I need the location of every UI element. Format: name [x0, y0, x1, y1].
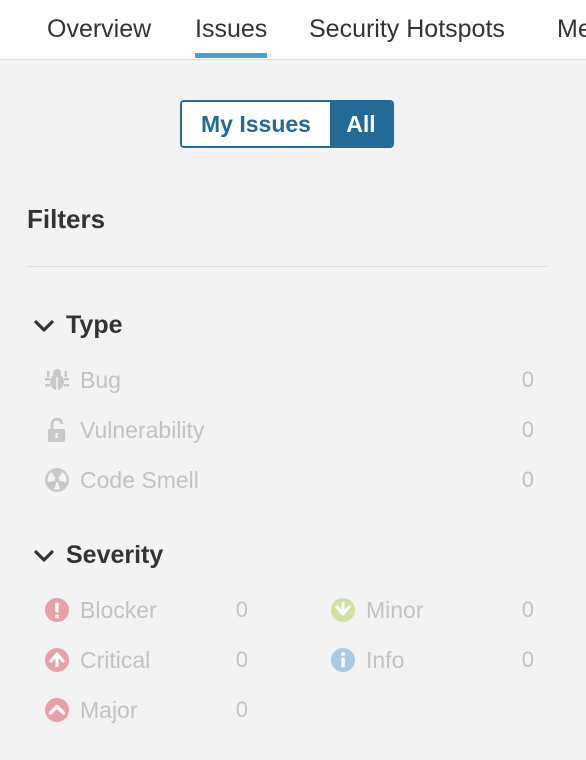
facet-severity-blocker[interactable]: Blocker 0: [44, 593, 248, 627]
facet-type-code-smell[interactable]: Code Smell 0: [44, 463, 534, 497]
facet-count: 0: [521, 647, 534, 672]
all-issues-button[interactable]: All: [330, 102, 392, 146]
facet-type-bug[interactable]: Bug 0: [44, 363, 534, 397]
facet-type-vulnerability[interactable]: Vulnerability 0: [44, 413, 534, 447]
facet-label: Bug: [80, 366, 121, 393]
severity-section-label: Severity: [66, 541, 164, 569]
critical-icon: [45, 648, 69, 672]
facet-severity-info[interactable]: Info 0: [330, 643, 534, 677]
facet-label: Major: [80, 696, 138, 723]
facet-label: Info: [366, 646, 405, 673]
issues-page: Overview Issues Security Hotspots Me My …: [0, 0, 586, 760]
lock-icon: [48, 417, 65, 442]
facet-count: 0: [521, 417, 534, 442]
facet-count: 0: [521, 367, 534, 392]
facet-label: Critical: [80, 646, 151, 673]
facet-count: 0: [521, 467, 534, 492]
filters-divider: [27, 266, 547, 267]
facet-count: 0: [235, 597, 248, 622]
severity-section-header[interactable]: Severity: [32, 541, 163, 570]
facet-severity-minor[interactable]: Minor 0: [330, 593, 534, 627]
facet-severity-critical[interactable]: Critical 0: [44, 643, 248, 677]
chevron-down-icon: [34, 319, 54, 332]
chevron-down-icon: [34, 549, 54, 562]
facet-label: Minor: [366, 596, 424, 623]
type-section-header[interactable]: Type: [32, 311, 123, 340]
facet-count: 0: [235, 647, 248, 672]
tab-issues[interactable]: Issues: [195, 12, 268, 58]
facet-count: 0: [521, 597, 534, 622]
facet-count: 0: [235, 697, 248, 722]
tab-measures[interactable]: Me: [557, 12, 586, 46]
info-icon: [331, 648, 355, 672]
major-icon: [45, 698, 69, 722]
facet-label: Vulnerability: [80, 416, 205, 443]
facet-label: Blocker: [80, 596, 157, 623]
blocker-icon: [45, 598, 69, 622]
tab-overview[interactable]: Overview: [47, 12, 151, 46]
facet-label: Code Smell: [80, 466, 199, 493]
code-smell-icon: [45, 468, 69, 492]
issues-scope-toggle: My Issues All: [180, 100, 394, 148]
minor-icon: [331, 598, 355, 622]
my-issues-button[interactable]: My Issues: [182, 102, 330, 146]
filters-title: Filters: [27, 204, 106, 234]
top-navigation: Overview Issues Security Hotspots Me: [0, 0, 586, 60]
facet-severity-major[interactable]: Major 0: [44, 693, 248, 727]
type-section-label: Type: [66, 311, 123, 339]
tab-security-hotspots[interactable]: Security Hotspots: [309, 12, 505, 46]
bug-icon: [45, 369, 69, 390]
